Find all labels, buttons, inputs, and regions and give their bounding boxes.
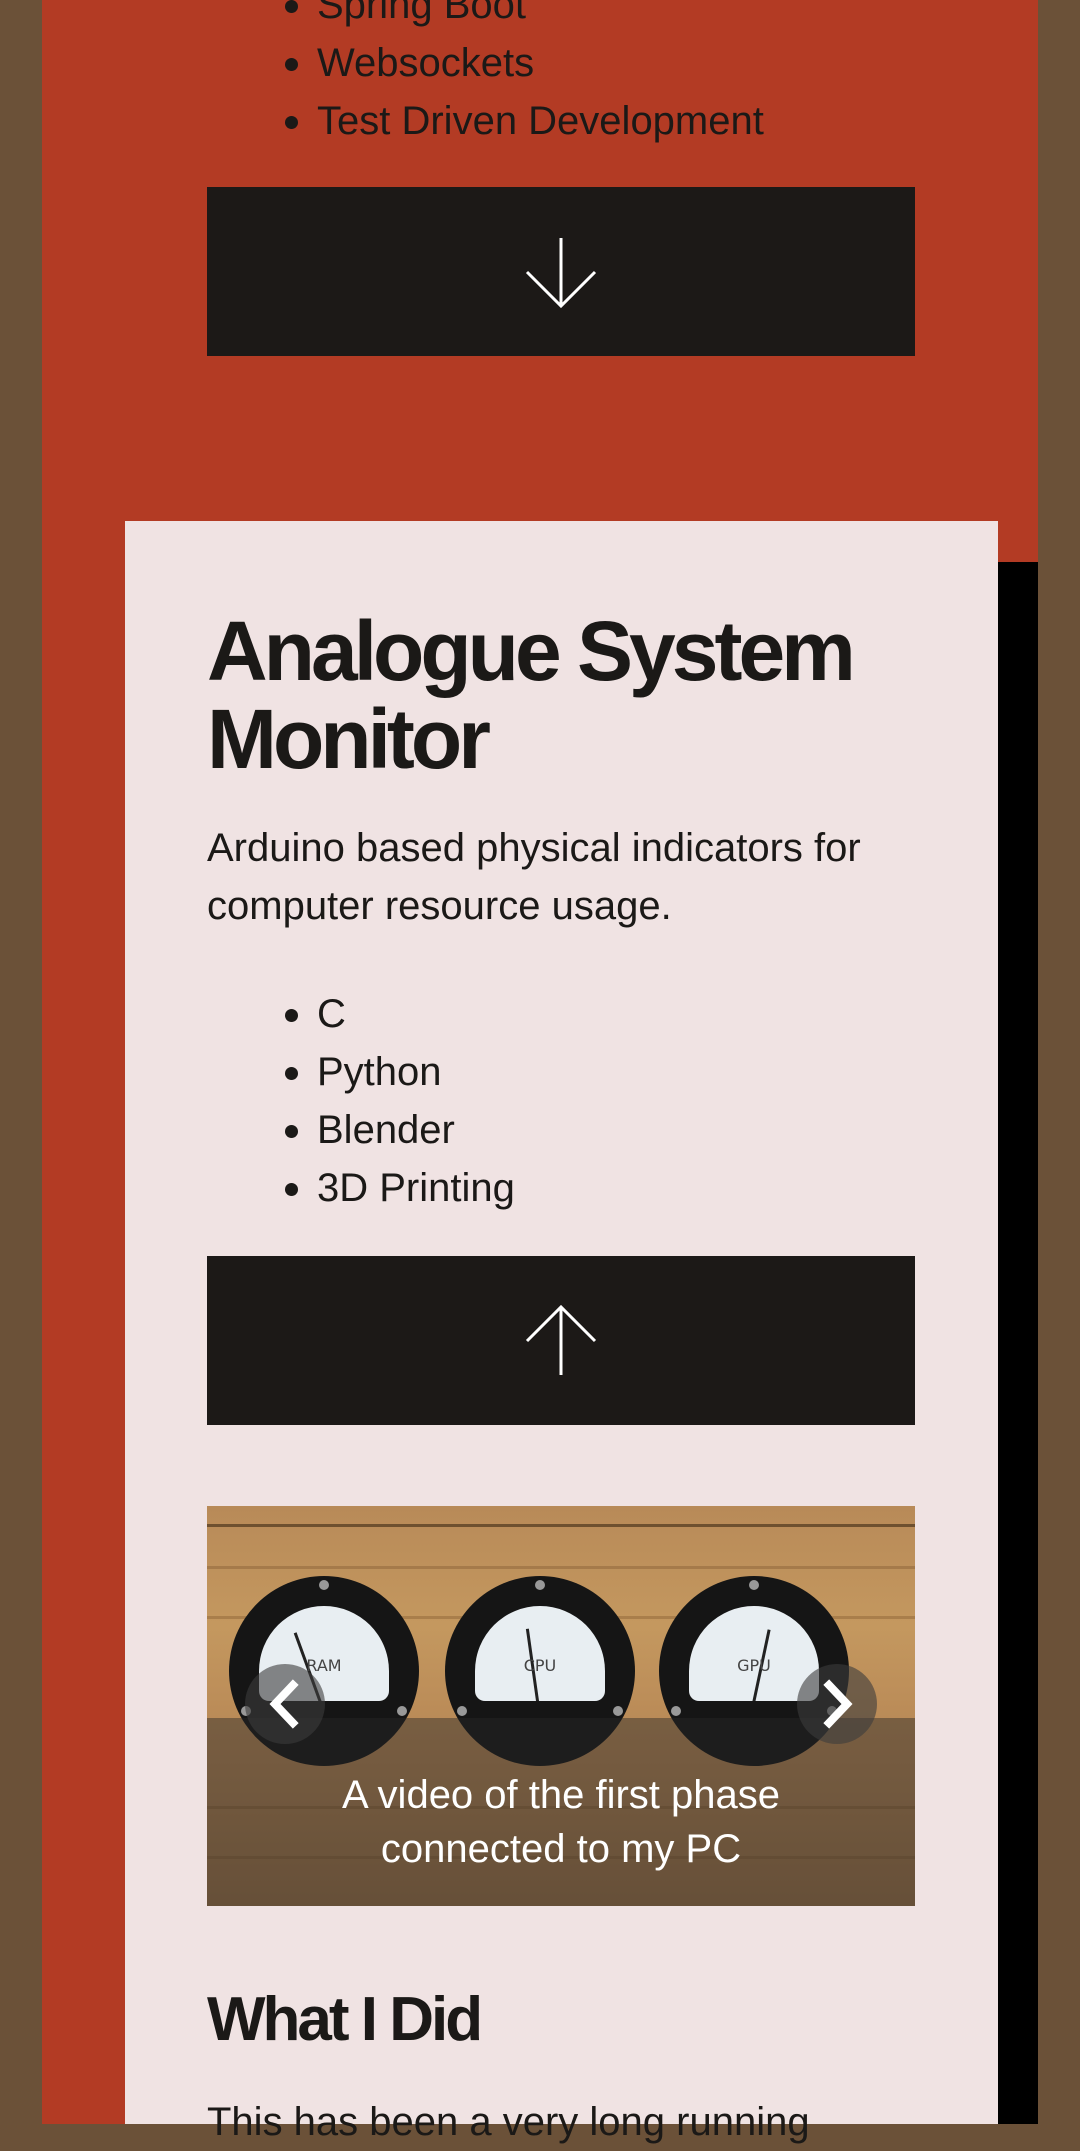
- list-item: Python: [207, 1043, 907, 1101]
- previous-project-tech-list: Spring Boot Websockets Test Driven Devel…: [207, 0, 967, 150]
- list-item: Test Driven Development: [207, 92, 967, 150]
- carousel-next-button[interactable]: [797, 1664, 877, 1744]
- expand-button[interactable]: [207, 187, 915, 356]
- list-item: C: [207, 985, 907, 1043]
- project-title: Analogue System Monitor: [207, 604, 856, 786]
- meter-label: GPU: [737, 1656, 771, 1675]
- list-item: Blender: [207, 1101, 907, 1159]
- projects-panel: Spring Boot Websockets Test Driven Devel…: [42, 0, 1038, 2144]
- arrow-up-icon: [525, 1304, 597, 1375]
- project-card: Analogue System Monitor Arduino based ph…: [125, 521, 998, 2144]
- section-body-text: This has been a very long running: [207, 2100, 810, 2144]
- wood-grain: [207, 1524, 915, 1527]
- card-shadow: [998, 562, 1038, 2124]
- project-tech-list: C Python Blender 3D Printing: [207, 985, 907, 1217]
- carousel-caption: A video of the first phase connected to …: [341, 1773, 781, 1871]
- wood-grain: [207, 1566, 915, 1569]
- list-item: Spring Boot: [207, 0, 967, 34]
- section-heading: What I Did: [207, 1985, 483, 2054]
- chevron-right-icon: [823, 1679, 853, 1729]
- collapse-button[interactable]: [207, 1256, 915, 1425]
- meter-label: CPU: [523, 1656, 557, 1675]
- project-description: Arduino based physical indicators for co…: [207, 826, 861, 928]
- carousel-prev-button[interactable]: [245, 1664, 325, 1744]
- chevron-left-icon: [269, 1679, 299, 1729]
- list-item: Websockets: [207, 34, 967, 92]
- arrow-down-icon: [525, 237, 597, 308]
- media-carousel[interactable]: RAM CPU GPU A video of the first phase c…: [207, 1506, 915, 1906]
- list-item: 3D Printing: [207, 1159, 907, 1217]
